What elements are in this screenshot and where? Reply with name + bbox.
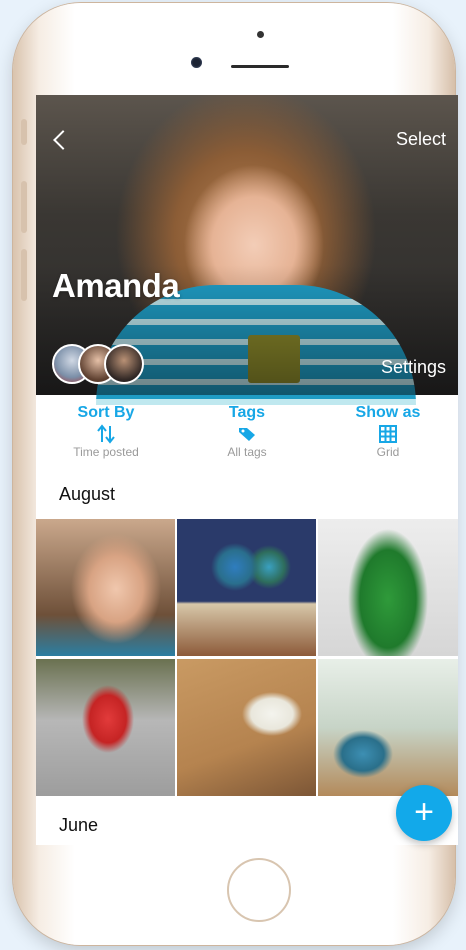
photo-thumbnail[interactable] (36, 519, 175, 656)
back-button[interactable] (50, 125, 74, 155)
photo-thumbnail[interactable] (318, 659, 458, 796)
family-avatars[interactable] (52, 344, 144, 384)
photo-thumbnail[interactable] (177, 519, 316, 656)
photo-thumbnail[interactable] (177, 659, 316, 796)
avatar[interactable] (104, 344, 144, 384)
home-button[interactable] (227, 858, 291, 922)
front-camera (191, 57, 202, 68)
chevron-left-icon (53, 130, 73, 150)
settings-button[interactable]: Settings (381, 357, 446, 378)
sort-by-label: Sort By (77, 404, 135, 421)
volume-up-button (21, 181, 27, 233)
add-photo-button[interactable]: + (396, 785, 452, 841)
grid-icon (318, 423, 458, 445)
plus-icon: + (414, 793, 434, 831)
mute-switch (21, 119, 27, 145)
sort-by-value: Time posted (73, 445, 139, 459)
show-as-value: Grid (376, 445, 400, 459)
tags-control[interactable]: Tags All tags (177, 403, 317, 459)
show-as-label: Show as (355, 404, 421, 421)
proximity-sensor (257, 31, 264, 38)
select-button[interactable]: Select (396, 129, 446, 150)
show-as-control[interactable]: Show as Grid (318, 403, 458, 459)
section-title-august: August (59, 484, 116, 504)
tags-label: Tags (228, 404, 266, 421)
volume-down-button (21, 249, 27, 301)
earpiece (231, 65, 289, 68)
sort-arrows-icon (36, 423, 176, 445)
app-screen: Select Amanda Settings Sort By Time post… (36, 95, 458, 845)
tags-value: All tags (227, 445, 267, 459)
photo-thumbnail[interactable] (318, 519, 458, 656)
photo-thumbnail[interactable] (36, 659, 175, 796)
phone-stage: Select Amanda Settings Sort By Time post… (0, 0, 466, 950)
profile-hero-photo: Select Amanda Settings (36, 95, 458, 405)
profile-name: Amanda (52, 267, 180, 304)
section-title-june: June (59, 815, 99, 835)
sort-by-control[interactable]: Sort By Time posted (36, 403, 176, 459)
tag-icon (177, 423, 317, 445)
view-controls: Sort By Time posted Tags All tags Show a… (36, 395, 458, 467)
